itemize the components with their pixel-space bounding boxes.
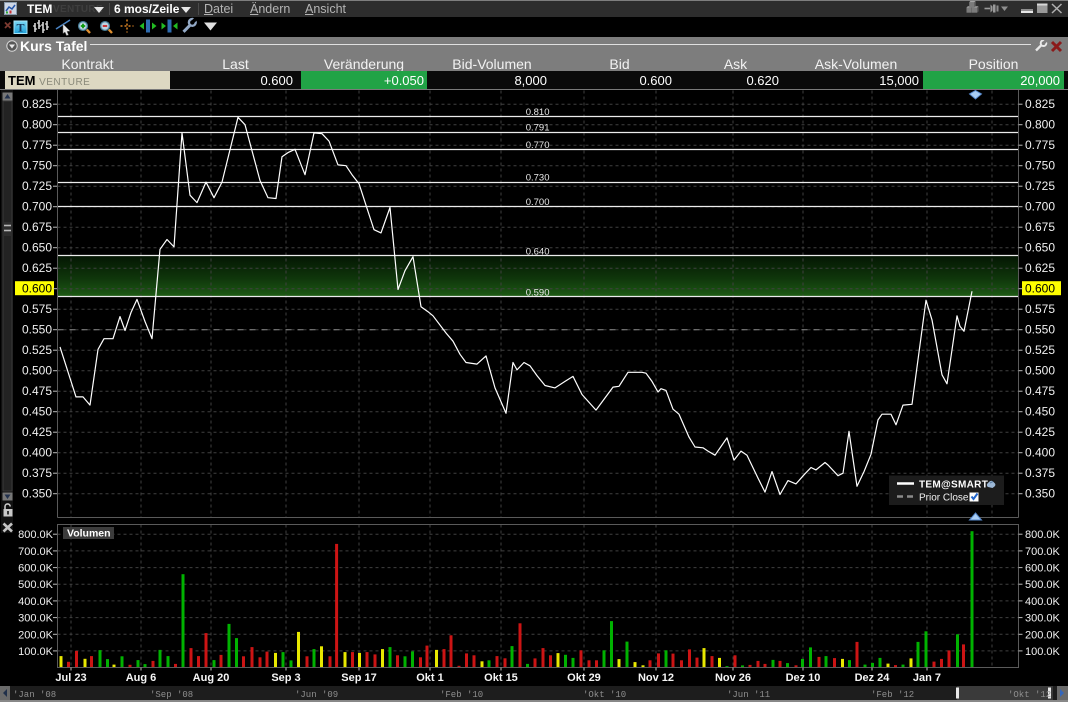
- svg-text:0.625: 0.625: [1025, 261, 1055, 275]
- svg-text:Prior Close: Prior Close: [919, 493, 969, 504]
- svg-text:0.425: 0.425: [22, 425, 52, 439]
- svg-text:300.0K: 300.0K: [1025, 613, 1061, 625]
- svg-text:0.775: 0.775: [22, 138, 52, 152]
- svg-text:TEM@SMART: TEM@SMART: [919, 480, 988, 491]
- svg-text:0.425: 0.425: [1025, 425, 1055, 439]
- svg-text:400.0K: 400.0K: [18, 596, 54, 608]
- svg-text:0.550: 0.550: [22, 323, 52, 337]
- svg-text:0.730: 0.730: [526, 173, 550, 184]
- svg-text:0.750: 0.750: [22, 159, 52, 173]
- svg-text:Jul 23: Jul 23: [55, 672, 86, 684]
- svg-text:0.725: 0.725: [1025, 179, 1055, 193]
- svg-text:0.675: 0.675: [1025, 220, 1055, 234]
- svg-text:0.500: 0.500: [22, 364, 52, 378]
- svg-text:'Jun '11: 'Jun '11: [727, 690, 770, 700]
- svg-text:200.0K: 200.0K: [1025, 629, 1061, 641]
- svg-text:0.575: 0.575: [1025, 302, 1055, 316]
- svg-text:700.0K: 700.0K: [1025, 546, 1061, 558]
- svg-text:0.791: 0.791: [526, 123, 550, 134]
- svg-text:0.700: 0.700: [22, 200, 52, 214]
- svg-text:0.800: 0.800: [22, 118, 52, 132]
- svg-text:Okt 15: Okt 15: [484, 672, 518, 684]
- svg-text:'Feb '10: 'Feb '10: [440, 690, 483, 700]
- svg-text:500.0K: 500.0K: [1025, 579, 1061, 591]
- svg-text:100.0K: 100.0K: [1025, 646, 1061, 658]
- svg-text:Volumen: Volumen: [67, 528, 111, 540]
- svg-text:Dez 24: Dez 24: [855, 672, 891, 684]
- svg-text:0.770: 0.770: [526, 140, 550, 151]
- svg-text:'Sep '08: 'Sep '08: [150, 690, 193, 700]
- svg-text:T: T: [16, 21, 24, 35]
- svg-text:Aug 6: Aug 6: [126, 672, 157, 684]
- svg-text:0.375: 0.375: [1025, 466, 1055, 480]
- svg-text:0.810: 0.810: [526, 107, 550, 118]
- svg-text:0.750: 0.750: [1025, 159, 1055, 173]
- svg-text:'Jun '09: 'Jun '09: [295, 690, 338, 700]
- svg-text:0.675: 0.675: [22, 220, 52, 234]
- svg-text:0.525: 0.525: [22, 343, 52, 357]
- svg-text:0.825: 0.825: [22, 97, 52, 111]
- svg-text:0.350: 0.350: [1025, 487, 1055, 501]
- svg-text:300.0K: 300.0K: [18, 613, 54, 625]
- svg-text:0.475: 0.475: [22, 384, 52, 398]
- svg-text:Okt 1: Okt 1: [416, 672, 444, 684]
- svg-text:0.640: 0.640: [526, 246, 550, 257]
- svg-text:0.475: 0.475: [1025, 384, 1055, 398]
- svg-text:Sep 17: Sep 17: [341, 672, 376, 684]
- svg-text:'Jan '08: 'Jan '08: [13, 690, 56, 700]
- svg-text:0.600: 0.600: [1025, 282, 1055, 296]
- svg-text:Nov 26: Nov 26: [715, 672, 751, 684]
- svg-text:600.0K: 600.0K: [1025, 563, 1061, 575]
- svg-text:Sep 3: Sep 3: [271, 672, 300, 684]
- svg-text:0.700: 0.700: [1025, 200, 1055, 214]
- svg-text:0.400: 0.400: [22, 446, 52, 460]
- svg-text:400.0K: 400.0K: [1025, 596, 1061, 608]
- svg-text:Aug 20: Aug 20: [193, 672, 230, 684]
- svg-text:0.725: 0.725: [22, 179, 52, 193]
- svg-text:0.575: 0.575: [22, 302, 52, 316]
- svg-text:0.400: 0.400: [1025, 446, 1055, 460]
- svg-text:Okt 29: Okt 29: [567, 672, 601, 684]
- svg-text:0.525: 0.525: [1025, 343, 1055, 357]
- svg-text:800.0K: 800.0K: [18, 529, 54, 541]
- svg-text:800.0K: 800.0K: [1025, 529, 1061, 541]
- svg-text:100.0K: 100.0K: [18, 646, 54, 658]
- svg-text:0.825: 0.825: [1025, 97, 1055, 111]
- svg-text:0.625: 0.625: [22, 261, 52, 275]
- svg-text:600.0K: 600.0K: [18, 563, 54, 575]
- svg-text:'Feb '12: 'Feb '12: [871, 690, 914, 700]
- svg-text:Jan 7: Jan 7: [913, 672, 941, 684]
- svg-text:'Okt '12: 'Okt '12: [1008, 690, 1051, 700]
- svg-text:0.590: 0.590: [526, 287, 550, 298]
- svg-text:200.0K: 200.0K: [18, 629, 54, 641]
- svg-text:0.450: 0.450: [1025, 405, 1055, 419]
- svg-text:0.450: 0.450: [22, 405, 52, 419]
- svg-text:'Okt '10: 'Okt '10: [583, 690, 626, 700]
- svg-text:Nov 12: Nov 12: [638, 672, 674, 684]
- svg-text:0.375: 0.375: [22, 466, 52, 480]
- svg-text:0.350: 0.350: [22, 487, 52, 501]
- svg-text:700.0K: 700.0K: [18, 546, 54, 558]
- svg-text:0.650: 0.650: [22, 241, 52, 255]
- svg-text:0.550: 0.550: [1025, 323, 1055, 337]
- svg-text:0.650: 0.650: [1025, 241, 1055, 255]
- svg-text:0.800: 0.800: [1025, 118, 1055, 132]
- svg-text:0.700: 0.700: [526, 197, 550, 208]
- svg-text:Dez 10: Dez 10: [786, 672, 821, 684]
- svg-text:0.500: 0.500: [1025, 364, 1055, 378]
- svg-text:0.775: 0.775: [1025, 138, 1055, 152]
- svg-text:500.0K: 500.0K: [18, 579, 54, 591]
- svg-text:0.600: 0.600: [22, 282, 52, 296]
